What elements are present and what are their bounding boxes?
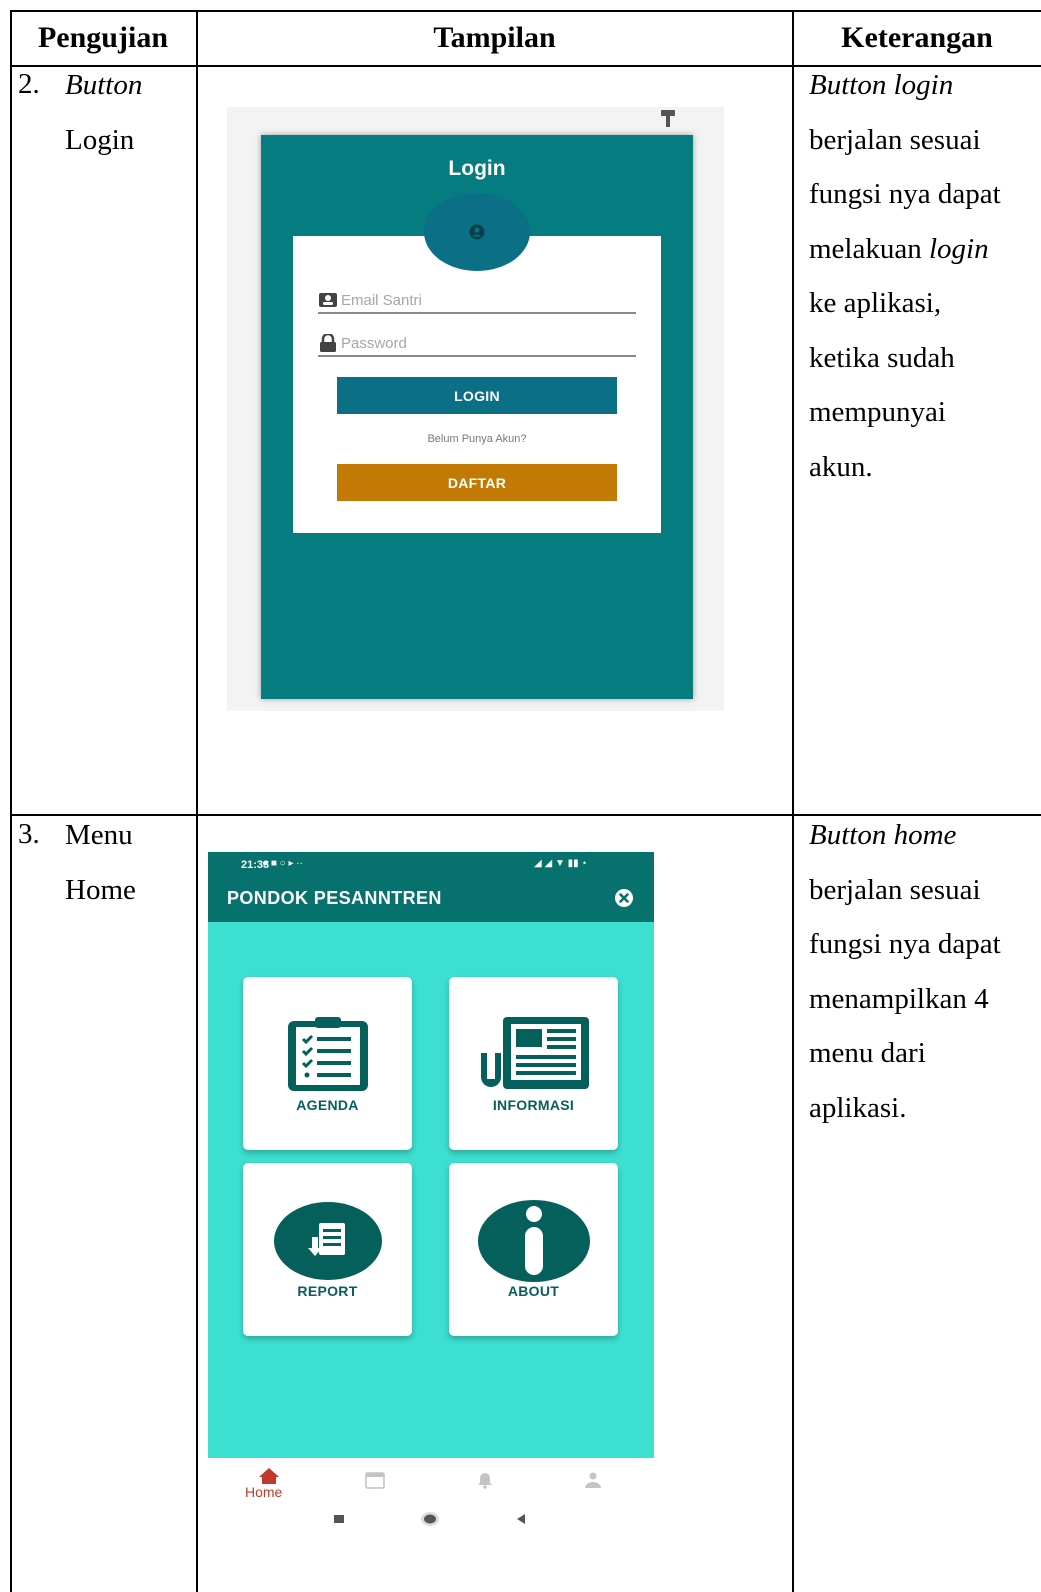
circle-nav-icon[interactable] [420,1510,440,1528]
menu-label-about: ABOUT [507,1283,560,1299]
email-field[interactable]: Email Santri [318,288,636,314]
menu-label-report: REPORT [297,1283,358,1299]
user-circle-icon [469,224,485,240]
desc-line: akun. [809,450,873,483]
password-placeholder: Password [341,334,407,352]
desc-line: fungsi nya dapat [809,178,1001,210]
clipboard-icon [288,1017,368,1091]
info-icon [478,1200,590,1282]
desc-line: Button login [809,58,1035,113]
test-name-line: Home [65,873,136,906]
menu-tile-report[interactable]: REPORT [243,1163,412,1336]
desc-line: ke aplikasi, [809,287,942,319]
column-divider-1 [196,10,198,1592]
row-description: Button home berjalan sesuai fungsi nya d… [809,808,1035,1135]
desc-line: berjalan sesuai [809,123,981,156]
test-name-line: Button [65,69,143,101]
row-description: Button login berjalan sesuai fungsi nya … [809,58,1035,494]
login-panel: Login Email Santri Password LOGIN Belum … [261,135,693,699]
desc-line: berjalan sesuai [809,873,981,906]
home-icon[interactable] [254,1466,284,1486]
nav-home-label[interactable]: Home [245,1484,282,1500]
email-placeholder: Email Santri [341,291,422,309]
desc-line: melakuan login [809,222,1035,277]
desc-line-text: Button login [809,69,954,101]
app-title: PONDOK PESANNTREN [227,888,442,908]
signal-battery-icons: ◢ ◢ ▼ ▮▮ ⋆ [534,858,588,869]
desc-line: ketika sudah [809,341,955,374]
table-border-left [10,10,12,1592]
status-bar: 21:33 ● ■ ○ ▸ ·· ◢ ◢ ▼ ▮▮ ⋆ [208,852,654,879]
back-nav-icon[interactable] [514,1512,528,1526]
notification-icons: ● ■ ○ ▸ ·· [262,858,303,869]
newspaper-icon [481,1017,589,1089]
test-name-line: Login [65,123,135,156]
lock-icon [320,334,336,352]
menu-tile-agenda[interactable]: AGENDA [243,977,412,1150]
row-number: 2. [18,68,40,100]
person-icon[interactable] [578,1470,608,1490]
desc-line: menampilkan 4 [809,982,989,1015]
menu-tile-about[interactable]: ABOUT [449,1163,618,1336]
desc-line: menu dari [809,1037,926,1069]
home-screenshot: 21:33 ● ■ ○ ▸ ·· ◢ ◢ ▼ ▮▮ ⋆ PONDOK PESAN… [208,852,654,1546]
desc-line-text: melakuan login [809,232,989,265]
row-number: 3. [18,818,40,850]
login-screenshot: Login Email Santri Password LOGIN Belum … [227,107,724,711]
report-download-icon [274,1202,382,1280]
register-prompt: Belum Punya Akun? [427,433,527,445]
calendar-icon[interactable] [360,1470,390,1490]
test-name-line: Menu [65,819,133,851]
bell-icon[interactable] [470,1470,500,1490]
test-name: Button Login [65,58,142,167]
close-icon[interactable] [614,888,634,908]
desc-line: aplikasi. [809,1091,907,1124]
app-bar: PONDOK PESANNTREN [208,879,654,922]
bottom-nav: Home [208,1458,654,1546]
test-name: Menu Home [65,808,136,917]
login-button[interactable]: LOGIN [337,377,617,414]
menu-label-agenda: AGENDA [296,1097,359,1113]
id-card-icon [319,293,337,307]
desc-line: mempunyai [809,396,946,428]
desc-line: fungsi nya dapat [809,928,1001,960]
avatar [424,193,530,271]
menu-label-informasi: INFORMASI [492,1097,575,1113]
register-button[interactable]: DAFTAR [337,464,617,501]
header-tampilan: Tampilan [433,21,556,54]
desc-line: Button home [809,808,1035,863]
square-nav-icon[interactable] [332,1512,346,1526]
desc-line-text: Button home [809,819,957,851]
password-field[interactable]: Password [318,331,636,357]
key-icon [661,110,675,127]
menu-tile-informasi[interactable]: INFORMASI [449,977,618,1150]
column-divider-2 [792,10,794,1592]
login-card: Email Santri Password LOGIN Belum Punya … [293,236,661,533]
login-title: Login [448,157,506,180]
